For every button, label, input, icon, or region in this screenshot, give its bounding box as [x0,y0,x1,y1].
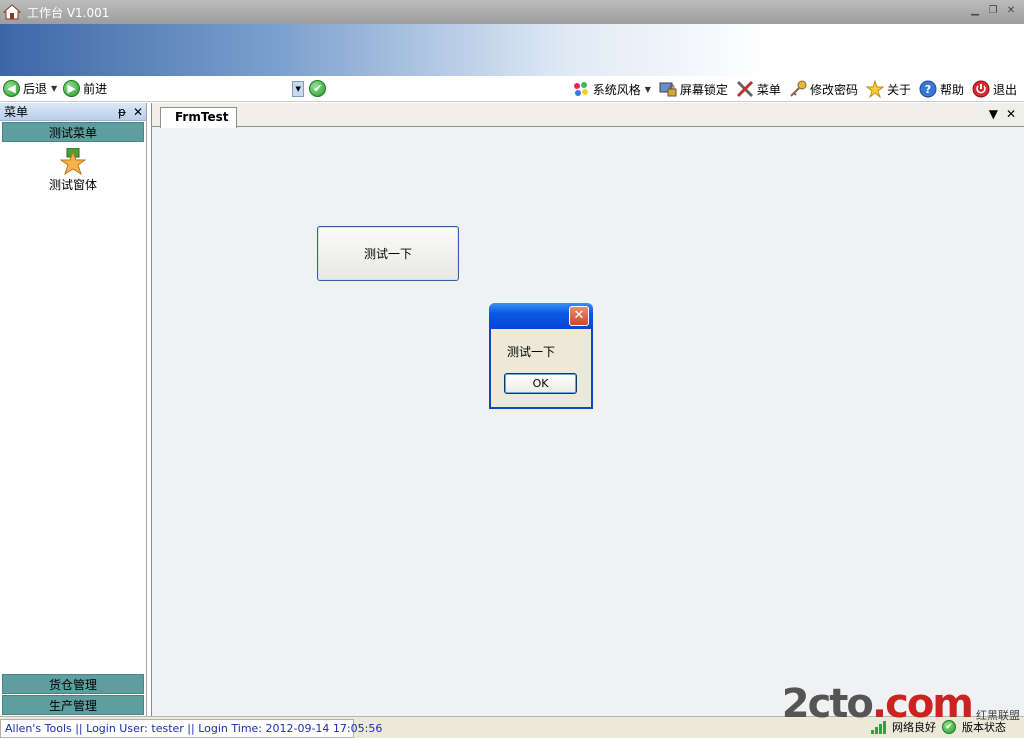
menu-panel-title: 菜单 [4,105,29,119]
version-status: 版本状态 [962,721,1006,734]
back-dropdown-icon[interactable]: ▼ [51,84,57,93]
screen-lock-button[interactable]: 屏幕锁定 [656,78,731,100]
help-icon: ? [919,80,937,98]
version-check-icon: ✔ [942,720,956,734]
document-area: FrmTest ▼ ✕ 测试一下 ✕ 测试一下 OK [151,103,1024,716]
minimize-button[interactable]: ▁ [968,4,982,18]
window-title: 工作台 V1.001 [27,5,110,20]
exit-icon [972,80,990,98]
header-banner [0,24,1024,76]
menu-label: 菜单 [756,82,781,97]
network-status: 网络良好 [892,721,936,734]
system-style-dropdown-icon[interactable]: ▼ [645,85,651,94]
tab-strip: FrmTest ▼ ✕ [152,103,1024,128]
exit-button[interactable]: 退出 [969,78,1020,100]
menu-item-label: 测试窗体 [48,178,97,192]
ok-button[interactable]: OK [504,373,577,394]
palette-icon [573,82,588,96]
test-button[interactable]: 测试一下 [317,226,459,281]
close-tab-icon[interactable]: ✕ [1006,107,1016,121]
close-window-button[interactable]: ✕ [1004,4,1018,18]
back-arrow-icon: ◀ [3,80,20,97]
svg-text:?: ? [925,83,931,96]
help-label: 帮助 [939,82,964,97]
group-warehouse[interactable]: 货仓管理 [2,674,144,694]
dialog-close-button[interactable]: ✕ [569,306,589,326]
change-password-button[interactable]: 修改密码 [786,78,861,100]
dialog-message: 测试一下 [507,345,556,359]
menu-item-test-form[interactable]: 测试窗体 [28,147,118,193]
screen-lock-label: 屏幕锁定 [679,82,728,97]
dialog-caption-bar: ✕ [489,303,593,329]
system-style-button[interactable]: 系统风格 ▼ [569,78,654,100]
restore-button[interactable]: ❐ [986,4,1000,18]
menu-panel-header: 菜单 ᵽ ✕ [0,103,146,121]
back-button[interactable]: ◀ 后退 ▼ [0,78,60,100]
back-label: 后退 [23,82,48,96]
about-button[interactable]: 关于 [863,78,914,100]
change-password-label: 修改密码 [809,82,858,97]
home-icon [2,3,22,21]
star-icon [865,80,884,98]
menu-button[interactable]: 菜单 [733,78,784,100]
forward-label: 前进 [83,82,108,96]
exit-label: 退出 [992,82,1017,97]
key-icon [790,80,807,97]
group-test-menu[interactable]: 测试菜单 [2,122,144,142]
tools-icon [736,80,753,98]
about-label: 关于 [886,82,911,97]
address-dropdown-icon[interactable]: ▼ [292,80,305,97]
tab-list-dropdown-icon[interactable]: ▼ [989,107,998,121]
title-bar: 工作台 V1.001 ▁ ❐ ✕ [0,0,1024,24]
close-panel-icon[interactable]: ✕ [130,105,146,119]
network-signal-icon [871,720,886,734]
menu-panel: 菜单 ᵽ ✕ 测试菜单 测试窗体 货仓管理 生产管理 [0,103,147,716]
check-icon: ✔ [309,80,327,97]
system-style-label: 系统风格 [592,82,641,97]
tab-frmtest[interactable]: FrmTest [160,107,238,128]
main-toolbar: ◀ 后退 ▼ ▶ 前进 ▼ ✔ 系统风格 ▼ 屏幕锁定 菜单 修改密码 关于 ?… [0,76,1024,102]
star-icon [59,147,87,176]
pin-icon[interactable]: ᵽ [114,105,130,119]
address-combo[interactable]: ▼ [114,79,305,99]
forward-button[interactable]: ▶ 前进 [60,78,110,100]
screen-lock-icon [659,82,677,97]
status-login-info: Allen's Tools || Login User: tester || L… [0,719,382,738]
help-button[interactable]: ? 帮助 [916,78,967,100]
go-button[interactable]: ✔ [306,78,329,100]
status-bar: Allen's Tools || Login User: tester || L… [0,716,1024,738]
forward-arrow-icon: ▶ [63,80,81,97]
group-production[interactable]: 生产管理 [2,695,144,715]
message-dialog: ✕ 测试一下 OK [489,303,593,409]
